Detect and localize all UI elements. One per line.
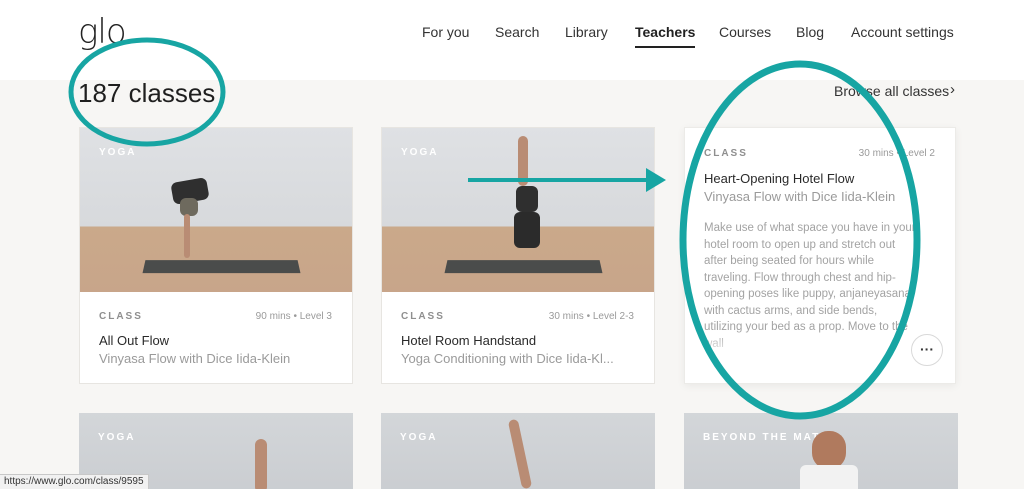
class-title[interactable]: All Out Flow (99, 333, 169, 348)
instructor-legs (518, 136, 528, 186)
browser-status-url: https://www.glo.com/class/9595 (0, 474, 149, 489)
duration-level: 30 mins • Level 2-3 (548, 311, 634, 322)
content-type-label: CLASS (99, 311, 143, 322)
class-card-row2-2[interactable]: YOGA (381, 413, 655, 489)
duration-level: 90 mins • Level 3 (255, 311, 332, 322)
class-card-row2-3[interactable]: BEYOND THE MAT (684, 413, 958, 489)
content-type-label: CLASS (401, 311, 445, 322)
category-tag: YOGA (98, 432, 136, 443)
class-count-heading: 187 classes (78, 78, 216, 108)
instructor-shorts (516, 186, 538, 212)
category-tag: YOGA (401, 147, 439, 158)
more-horizontal-icon: ··· (920, 341, 934, 357)
more-options-button[interactable]: ··· (911, 334, 943, 366)
class-subtitle: Vinyasa Flow with Dice Iida-Klein (99, 351, 291, 366)
browse-all-classes-link[interactable]: Browse all classes (834, 83, 949, 99)
instructor-arm (255, 439, 267, 489)
instructor-torso (514, 212, 540, 248)
instructor-arm (507, 418, 533, 489)
nav-account-settings[interactable]: Account settings (851, 24, 954, 40)
class-subtitle: Vinyasa Flow with Dice Iida-Klein (704, 189, 896, 204)
content-type-label: CLASS (704, 148, 748, 159)
nav-teachers[interactable]: Teachers (635, 24, 696, 48)
class-card-heart-opening-hotel-flow[interactable]: CLASS 30 mins • Level 2 Heart-Opening Ho… (684, 127, 956, 384)
class-thumbnail[interactable]: YOGA (80, 128, 352, 292)
instructor-shirt (800, 465, 858, 489)
category-tag: YOGA (400, 432, 438, 443)
duration-level: 30 mins • Level 2 (858, 148, 935, 159)
category-tag: YOGA (99, 147, 137, 158)
yoga-mat (444, 260, 603, 274)
class-title[interactable]: Hotel Room Handstand (401, 333, 536, 348)
class-title[interactable]: Heart-Opening Hotel Flow (704, 171, 854, 186)
nav-library[interactable]: Library (565, 24, 608, 40)
category-tag: BEYOND THE MAT (703, 432, 821, 443)
class-card-hotel-room-handstand[interactable]: YOGA CLASS 30 mins • Level 2-3 Hotel Roo… (381, 127, 655, 384)
class-card-all-out-flow[interactable]: YOGA CLASS 90 mins • Level 3 All Out Flo… (79, 127, 353, 384)
nav-search[interactable]: Search (495, 24, 539, 40)
instructor-shorts (180, 198, 198, 216)
top-navigation-bar: glo For you Search Library Teachers Cour… (0, 0, 1024, 80)
nav-courses[interactable]: Courses (719, 24, 771, 40)
nav-for-you[interactable]: For you (422, 24, 469, 40)
glo-logo[interactable]: glo (78, 12, 127, 52)
class-subtitle: Yoga Conditioning with Dice Iida-Kl... (401, 351, 614, 366)
yoga-mat (142, 260, 301, 274)
nav-blog[interactable]: Blog (796, 24, 824, 40)
class-thumbnail[interactable]: YOGA (382, 128, 654, 292)
instructor-leg (184, 214, 190, 258)
chevron-right-icon[interactable]: › (950, 81, 955, 98)
instructor-head (812, 431, 846, 469)
class-description: Make use of what space you have in your … (704, 220, 916, 360)
